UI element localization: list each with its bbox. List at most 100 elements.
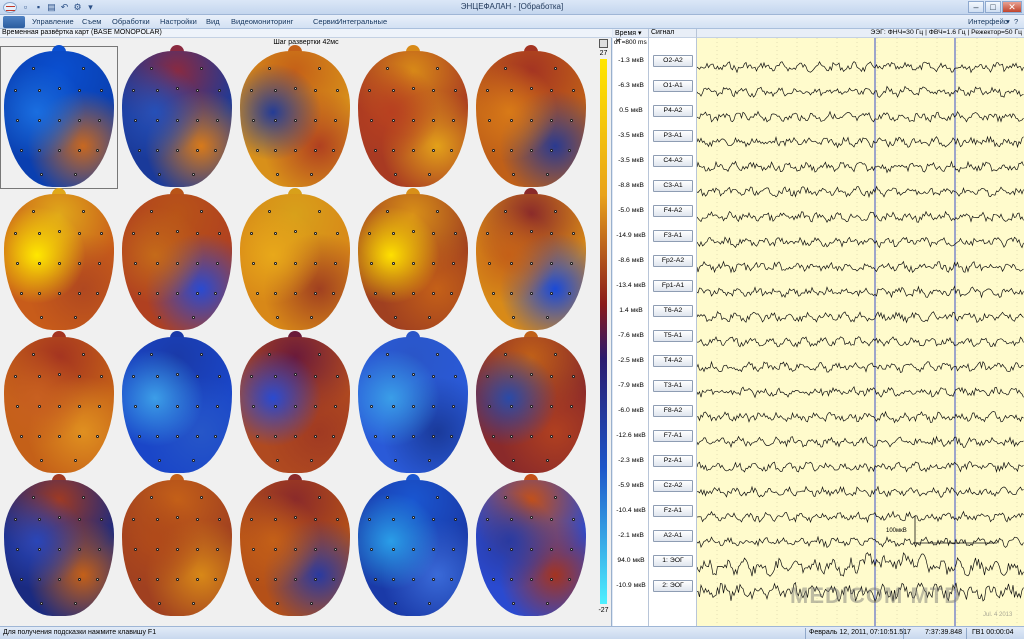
head-map[interactable] (476, 331, 586, 473)
channel-button[interactable]: F3-A1 (653, 230, 693, 242)
head-map[interactable] (240, 331, 350, 473)
channel-value: -10.9 мкВ (616, 582, 646, 589)
eeg-trace (697, 285, 1024, 299)
channel-button[interactable]: T3-A1 (653, 380, 693, 392)
electrode-dot (214, 578, 217, 581)
channel-button[interactable]: T4-A2 (653, 355, 693, 367)
menu-item-view[interactable]: Вид (206, 17, 220, 26)
close-button[interactable]: ✕ (1002, 1, 1022, 13)
head-map[interactable] (240, 474, 350, 616)
menu-item-recording[interactable]: Съем (82, 17, 101, 26)
channel-button[interactable]: C4-A2 (653, 155, 693, 167)
eeg-trace (697, 485, 1024, 498)
channel-value: -3.5 мкВ (618, 157, 644, 164)
head-map[interactable] (0, 45, 118, 189)
electrode-dot (134, 548, 137, 551)
eeg-traces[interactable]: 100мкВ (697, 38, 1024, 626)
electrode-dot (256, 149, 259, 152)
electrode-dot (250, 518, 253, 521)
head-map[interactable] (358, 474, 468, 616)
minimize-button[interactable]: – (968, 1, 984, 13)
channel-button[interactable]: Fp1-A1 (653, 280, 693, 292)
head-topography (4, 480, 114, 616)
head-map[interactable] (122, 45, 232, 187)
electrode-dot (530, 149, 533, 152)
head-map[interactable] (476, 188, 586, 330)
time-column-header[interactable]: Время ▾ ✕ (613, 29, 648, 45)
channel-button[interactable]: Fp2-A2 (653, 255, 693, 267)
step-label: Шаг развертки 42мс (273, 39, 339, 46)
electrode-dot (196, 89, 199, 92)
channel-button[interactable]: T5-A1 (653, 330, 693, 342)
maximize-button[interactable]: □ (985, 1, 1001, 13)
head-map[interactable] (358, 45, 468, 187)
electrode-dot (150, 210, 153, 213)
head-map[interactable] (240, 188, 350, 330)
electrode-dot (550, 232, 553, 235)
head-map[interactable] (4, 331, 114, 473)
electrode-dot (332, 435, 335, 438)
electrode-dot (512, 316, 515, 319)
electrode-dot (78, 435, 81, 438)
head-map[interactable] (476, 474, 586, 616)
status-clock: 7:37:39.848 (925, 629, 962, 636)
head-map[interactable] (122, 331, 232, 473)
channel-value: 0.5 мкВ (619, 107, 643, 114)
menu-item-integral[interactable]: Интегральные (337, 17, 387, 26)
channel-button[interactable]: O2-A2 (653, 55, 693, 67)
eeg-trace (697, 336, 1024, 348)
head-topography (476, 337, 586, 473)
head-map[interactable] (358, 188, 468, 330)
app-menu-button[interactable] (3, 16, 25, 28)
electrode-dot (196, 578, 199, 581)
electrode-dot (550, 578, 553, 581)
menu-item-service[interactable]: Сервис (313, 17, 339, 26)
electrode-dot (568, 149, 571, 152)
channel-button[interactable]: A2-A1 (653, 530, 693, 542)
channel-button[interactable]: F4-A2 (653, 205, 693, 217)
menu-item-settings[interactable]: Настройки (160, 17, 197, 26)
menu-item-control[interactable]: Управление (32, 17, 74, 26)
interface-menu[interactable]: Интерфейс (968, 17, 1008, 26)
electrode-dot (310, 316, 313, 319)
channel-button[interactable]: O1-A1 (653, 80, 693, 92)
head-map[interactable] (122, 188, 232, 330)
head-topography (4, 51, 114, 187)
eeg-trace (697, 260, 1024, 274)
electrode-dot (74, 459, 77, 462)
channel-button[interactable]: P4-A2 (653, 105, 693, 117)
channel-button[interactable]: C3-A1 (653, 180, 693, 192)
head-map[interactable] (4, 474, 114, 616)
electrode-dot (432, 232, 435, 235)
channel-button[interactable]: T6-A2 (653, 305, 693, 317)
help-icon[interactable]: ? (1014, 17, 1018, 26)
electrode-dot (38, 375, 41, 378)
head-topography (358, 337, 468, 473)
channel-button[interactable]: Pz-A1 (653, 455, 693, 467)
head-map[interactable] (4, 188, 114, 330)
electrode-dot (510, 292, 513, 295)
channel-button[interactable]: F8-A2 (653, 405, 693, 417)
chevron-down-icon[interactable]: ▾ (1006, 17, 1010, 26)
channel-button[interactable]: F7-A1 (653, 430, 693, 442)
head-map[interactable] (476, 45, 586, 187)
channel-button[interactable]: 2: ЭОГ (653, 580, 693, 592)
menu-item-processing[interactable]: Обработки (112, 17, 150, 26)
head-map[interactable] (358, 331, 468, 473)
head-map[interactable] (240, 45, 350, 187)
menu-item-video[interactable]: Видеомониторинг (231, 17, 293, 26)
electrode-dot (150, 496, 153, 499)
electrode-dot (550, 119, 553, 122)
eeg-waveform-area[interactable]: ЭЭГ: ФНЧ=30 Гц | ФВЧ=1.6 Гц | Режектор=5… (697, 29, 1024, 626)
channel-button[interactable]: P3-A1 (653, 130, 693, 142)
channel-button[interactable]: 1: ЭОГ (653, 555, 693, 567)
electrode-dot (100, 518, 103, 521)
channel-button[interactable]: Cz-A2 (653, 480, 693, 492)
head-map[interactable] (122, 474, 232, 616)
channel-button[interactable]: Fz-A1 (653, 505, 693, 517)
electrode-dot (150, 67, 153, 70)
electrode-dot (58, 578, 61, 581)
electrode-dot (58, 119, 61, 122)
electrode-dot (96, 149, 99, 152)
scale-tool-icon[interactable] (599, 39, 608, 48)
